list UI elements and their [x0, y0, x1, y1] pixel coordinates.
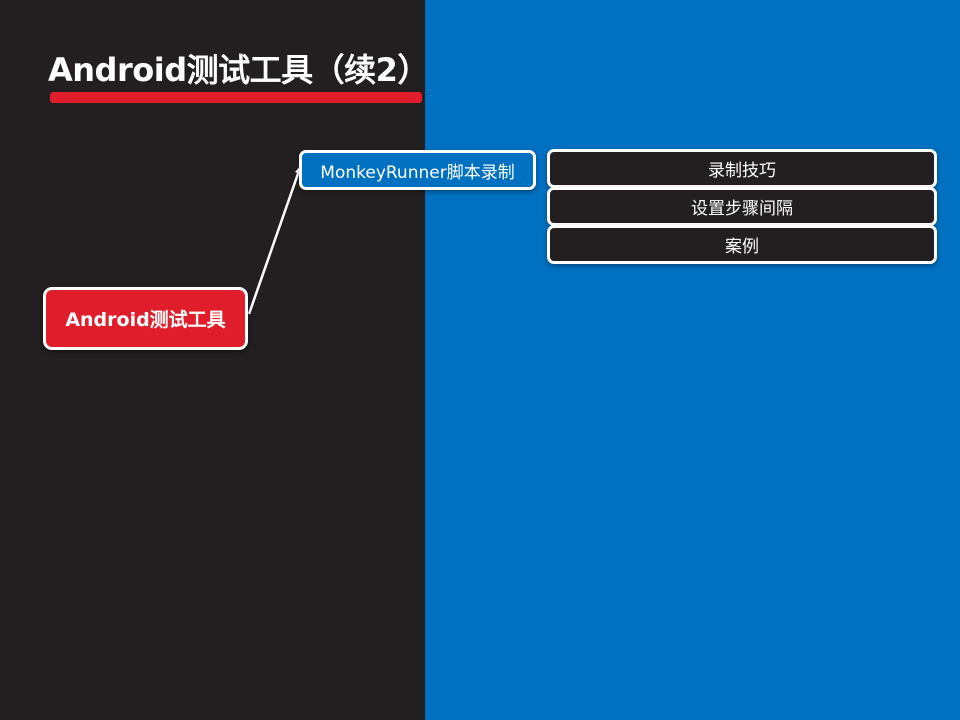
leaf-node-label: 设置步骤间隔	[691, 199, 793, 219]
slide-title: Android测试工具（续2）	[48, 51, 429, 89]
right-background-panel	[425, 0, 960, 720]
leaf-node-label: 案例	[725, 237, 759, 257]
title-underline-bar	[50, 92, 422, 103]
left-background-panel	[0, 0, 425, 720]
mindmap-leaf-node[interactable]: 设置步骤间隔	[547, 187, 937, 226]
mindmap-leaf-node[interactable]: 录制技巧	[547, 149, 937, 188]
mindmap-branch-node[interactable]: MonkeyRunner脚本录制	[299, 150, 536, 190]
mindmap-leaf-node[interactable]: 案例	[547, 225, 937, 264]
branch-node-label: MonkeyRunner脚本录制	[320, 162, 515, 183]
mindmap-root-node[interactable]: Android测试工具	[43, 287, 248, 350]
root-node-label: Android测试工具	[65, 309, 226, 331]
leaf-node-label: 录制技巧	[708, 161, 776, 181]
